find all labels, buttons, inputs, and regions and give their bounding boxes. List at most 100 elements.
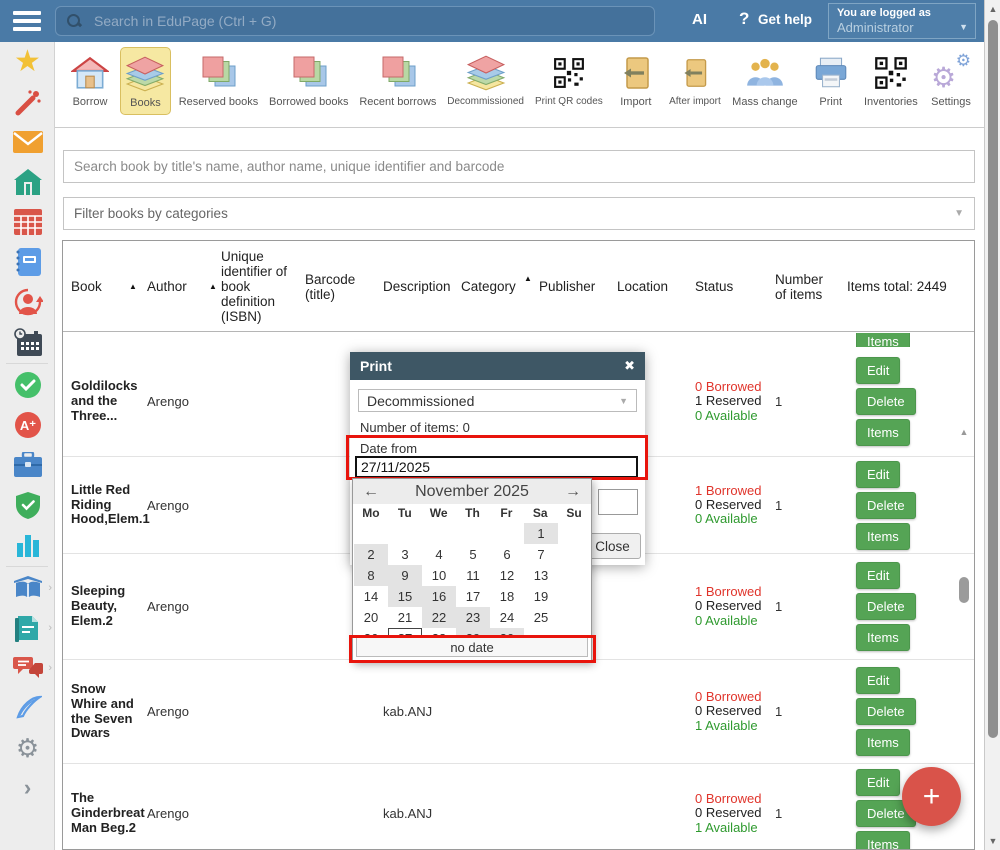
toolbar-item-recent-borrows[interactable]: Recent borrows bbox=[356, 47, 439, 113]
account-menu[interactable]: You are logged as Administrator ▼ bbox=[828, 3, 976, 39]
calendar-day[interactable]: 25 bbox=[524, 607, 558, 628]
sidebar-item-favorites[interactable]: ★ bbox=[0, 42, 55, 82]
sidebar-item-timetable[interactable] bbox=[0, 202, 55, 242]
global-search-input[interactable] bbox=[94, 13, 644, 29]
calendar-day[interactable]: 22 bbox=[422, 607, 456, 628]
column-header-description[interactable]: Description bbox=[383, 241, 451, 332]
column-header-author[interactable]: Author bbox=[147, 241, 205, 332]
sidebar-item-library[interactable]: › bbox=[0, 568, 55, 608]
calendar-day[interactable]: 10 bbox=[422, 565, 456, 586]
toolbar-item-import[interactable]: Import bbox=[611, 47, 661, 113]
calendar-day[interactable]: 18 bbox=[490, 586, 524, 607]
scroll-down-icon[interactable]: ▼ bbox=[985, 833, 1000, 849]
toolbar-item-after-import[interactable]: After import bbox=[666, 47, 724, 112]
toolbar-item-mass-change[interactable]: Mass change bbox=[729, 47, 801, 113]
sidebar-item-admin[interactable] bbox=[0, 485, 55, 525]
category-filter-select[interactable]: Filter books by categories ▼ bbox=[63, 197, 975, 230]
next-month-arrow-icon[interactable]: → bbox=[565, 484, 581, 500]
no-date-button[interactable]: no date bbox=[356, 637, 588, 657]
sidebar-item-wizard[interactable] bbox=[0, 82, 55, 122]
calendar-day[interactable]: 16 bbox=[422, 586, 456, 607]
calendar-day[interactable]: 23 bbox=[456, 607, 490, 628]
calendar-day[interactable]: 8 bbox=[354, 565, 388, 586]
sort-asc-icon[interactable]: ▲ bbox=[129, 282, 137, 291]
items-button[interactable]: Items bbox=[856, 419, 910, 446]
column-header-publisher[interactable]: Publisher bbox=[539, 241, 603, 332]
sidebar-item-settings[interactable]: ⚙ bbox=[0, 728, 55, 768]
calendar-day[interactable]: 24 bbox=[490, 607, 524, 628]
items-button[interactable]: Items bbox=[856, 729, 910, 756]
scroll-up-icon[interactable]: ▲ bbox=[957, 427, 971, 437]
sidebar-item-classbook[interactable] bbox=[0, 242, 55, 282]
delete-button[interactable]: Delete bbox=[856, 698, 916, 725]
calendar-day[interactable]: 11 bbox=[456, 565, 490, 586]
date-to-input[interactable] bbox=[598, 489, 638, 515]
items-button[interactable]: Items bbox=[856, 624, 910, 651]
edit-button[interactable]: Edit bbox=[856, 769, 900, 796]
book-search-input[interactable] bbox=[63, 150, 975, 183]
toolbar-item-decommissioned[interactable]: Decommissioned bbox=[444, 47, 527, 112]
items-button[interactable]: Items bbox=[856, 831, 910, 850]
calendar-day[interactable]: 3 bbox=[388, 544, 422, 565]
close-button[interactable]: Close bbox=[584, 533, 641, 559]
scroll-up-icon[interactable]: ▲ bbox=[985, 1, 1000, 17]
toolbar-item-books[interactable]: Books bbox=[120, 47, 171, 115]
toolbar-item-print-qr-codes[interactable]: Print QR codes bbox=[532, 47, 606, 112]
add-book-fab[interactable]: + bbox=[902, 767, 961, 826]
column-header-isbn[interactable]: Unique identifier of book definition (IS… bbox=[221, 241, 293, 332]
calendar-day[interactable]: 5 bbox=[456, 544, 490, 565]
sidebar-item-signature[interactable] bbox=[0, 688, 55, 728]
column-header-book[interactable]: Book bbox=[71, 241, 129, 332]
delete-button[interactable]: Delete bbox=[856, 492, 916, 519]
help-icon[interactable]: ? bbox=[739, 9, 749, 29]
sidebar-item-home[interactable] bbox=[0, 162, 55, 202]
sidebar-item-grades[interactable]: A⁺ bbox=[0, 405, 55, 445]
toolbar-item-reserved-books[interactable]: Reserved books bbox=[176, 47, 261, 113]
calendar-day[interactable]: 1 bbox=[524, 523, 558, 544]
calendar-day[interactable]: 9 bbox=[388, 565, 422, 586]
edit-button[interactable]: Edit bbox=[856, 357, 900, 384]
sidebar-item-reports[interactable]: › bbox=[0, 608, 55, 648]
delete-button[interactable]: Delete bbox=[856, 593, 916, 620]
calendar-day[interactable]: 2 bbox=[354, 544, 388, 565]
previous-month-arrow-icon[interactable]: ← bbox=[363, 484, 379, 500]
column-header-barcode[interactable]: Barcode (title) bbox=[305, 241, 365, 332]
column-header-status[interactable]: Status bbox=[695, 241, 755, 332]
delete-button[interactable]: Delete bbox=[856, 388, 916, 415]
date-from-input[interactable] bbox=[355, 456, 638, 478]
sidebar-expand[interactable]: › bbox=[0, 768, 55, 808]
sidebar-item-agenda[interactable] bbox=[0, 322, 55, 362]
calendar-day[interactable]: 6 bbox=[490, 544, 524, 565]
calendar-day[interactable]: 7 bbox=[524, 544, 558, 565]
toolbar-item-settings[interactable]: ⚙⚙ Settings bbox=[926, 47, 976, 113]
calendar-day[interactable]: 17 bbox=[456, 586, 490, 607]
sidebar-item-substitution[interactable] bbox=[0, 282, 55, 322]
calendar-day[interactable]: 20 bbox=[354, 607, 388, 628]
calendar-day[interactable]: 15 bbox=[388, 586, 422, 607]
sidebar-item-office[interactable] bbox=[0, 445, 55, 485]
toolbar-item-borrowed-books[interactable]: Borrowed books bbox=[266, 47, 351, 113]
edit-button[interactable]: Edit bbox=[856, 461, 900, 488]
get-help-button[interactable]: Get help bbox=[758, 12, 812, 27]
toolbar-item-inventories[interactable]: Inventories bbox=[861, 47, 921, 113]
sidebar-item-attendance[interactable] bbox=[0, 365, 55, 405]
calendar-day[interactable]: 21 bbox=[388, 607, 422, 628]
sidebar-item-messages[interactable] bbox=[0, 122, 55, 162]
edit-button[interactable]: Edit bbox=[856, 667, 900, 694]
column-header-location[interactable]: Location bbox=[617, 241, 677, 332]
close-icon[interactable]: ✖ bbox=[624, 358, 635, 374]
column-header-number-of-items[interactable]: Number of items bbox=[775, 241, 837, 332]
sort-asc-icon[interactable]: ▲ bbox=[524, 274, 532, 283]
toolbar-item-borrow[interactable]: Borrow bbox=[65, 47, 115, 113]
page-scrollbar-thumb[interactable] bbox=[988, 20, 998, 738]
print-type-select[interactable]: Decommissioned ▼ bbox=[358, 389, 637, 412]
items-button[interactable]: Items bbox=[856, 523, 910, 550]
calendar-day[interactable]: 14 bbox=[354, 586, 388, 607]
column-header-category[interactable]: Category bbox=[461, 241, 517, 332]
page-scrollbar[interactable]: ▲ ▼ bbox=[984, 0, 1000, 850]
ai-button[interactable]: AI bbox=[692, 11, 707, 28]
calendar-day[interactable]: 4 bbox=[422, 544, 456, 565]
calendar-day[interactable]: 12 bbox=[490, 565, 524, 586]
hamburger-menu-icon[interactable] bbox=[13, 11, 41, 31]
items-button[interactable]: Items bbox=[856, 333, 910, 347]
